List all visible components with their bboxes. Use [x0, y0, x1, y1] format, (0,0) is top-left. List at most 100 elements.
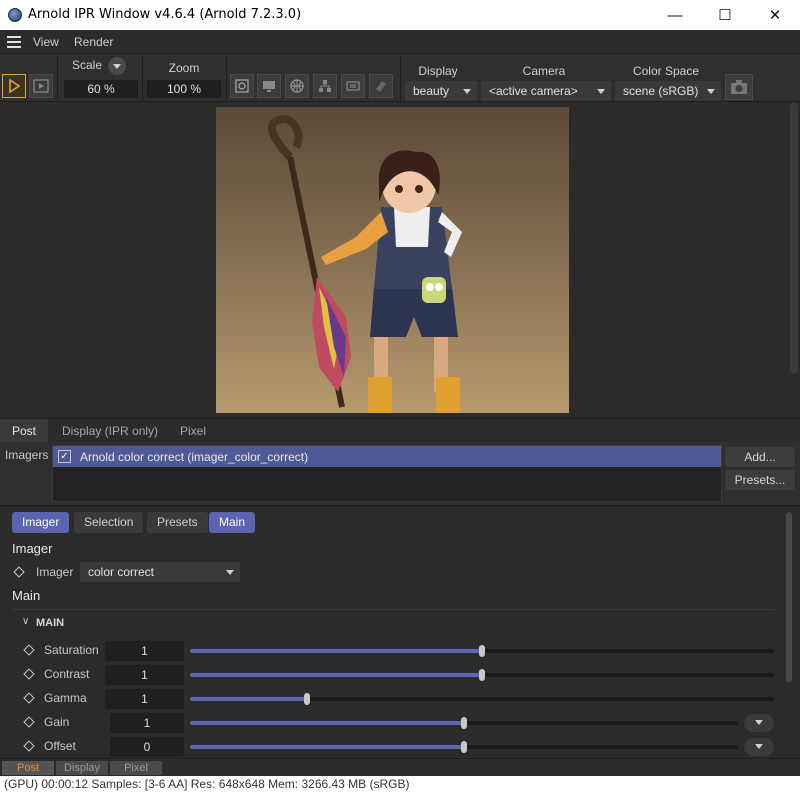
param-slider[interactable]	[190, 645, 774, 657]
play-icon	[9, 79, 21, 93]
camera-dropdown[interactable]: <active camera>	[481, 81, 611, 101]
subtab-selection[interactable]: Selection	[74, 512, 144, 533]
param-label: Gamma	[44, 691, 87, 705]
display-value: beauty	[413, 84, 450, 98]
param-value-field[interactable]: 1	[105, 641, 184, 661]
main-section-title: Main	[12, 588, 41, 603]
chevron-down-icon	[597, 89, 605, 94]
keyframe-diamond-icon[interactable]	[13, 566, 25, 578]
camera-value: <active camera>	[489, 84, 578, 98]
add-imager-button[interactable]: Add...	[725, 447, 795, 467]
param-options-button[interactable]	[744, 738, 774, 756]
bottom-tab-bar: Post Display Pixel	[0, 758, 800, 776]
param-label: Gain	[44, 715, 70, 729]
keyframe-diamond-icon[interactable]	[23, 668, 35, 680]
zoom-label: Zoom	[168, 61, 200, 75]
subtab-main[interactable]: Main	[209, 512, 256, 533]
region-icon	[346, 81, 360, 91]
param-slider[interactable]	[190, 741, 738, 753]
colorspace-label: Color Space	[632, 64, 700, 78]
keyframe-diamond-icon[interactable]	[23, 644, 35, 656]
imager-type-label: Imager	[36, 565, 74, 579]
scale-field[interactable]: 60 %	[64, 80, 138, 98]
subtab-imager[interactable]: Imager	[12, 512, 70, 533]
param-value-field[interactable]: 0	[110, 737, 184, 757]
imager-item-label: Arnold color correct (imager_color_corre…	[80, 450, 309, 464]
film-play-icon	[33, 79, 49, 93]
eraser-button[interactable]	[369, 74, 393, 98]
param-value-field[interactable]: 1	[110, 713, 184, 733]
display-window-button[interactable]	[257, 74, 281, 98]
character-render-illustration	[268, 115, 462, 413]
monitor-icon	[263, 81, 275, 92]
camera-label: Camera	[522, 64, 566, 78]
snapshot-icon	[235, 79, 249, 93]
keyframe-diamond-icon[interactable]	[23, 716, 35, 728]
imager-presets-button[interactable]: Presets...	[725, 470, 795, 490]
tab-post[interactable]: Post	[0, 419, 49, 443]
menu-bar: View Render	[0, 30, 800, 54]
slider-handle[interactable]	[461, 741, 467, 753]
param-options-button[interactable]	[744, 714, 774, 732]
display-label: Display	[418, 64, 458, 78]
colorspace-value: scene (sRGB)	[623, 84, 699, 98]
imager-type-dropdown[interactable]: color correct	[80, 562, 240, 582]
maximize-button[interactable]: ☐	[700, 0, 750, 30]
slider-handle[interactable]	[461, 717, 467, 729]
snapshot-button[interactable]	[230, 74, 254, 98]
slider-handle[interactable]	[479, 669, 485, 681]
globe-button[interactable]	[285, 74, 309, 98]
minimize-button[interactable]: —	[650, 0, 700, 30]
param-value-field[interactable]: 1	[105, 665, 184, 685]
imager-list-item[interactable]: ✓ Arnold color correct (imager_color_cor…	[53, 446, 721, 467]
play-render-button[interactable]	[2, 74, 26, 98]
keyframe-diamond-icon[interactable]	[23, 740, 35, 752]
toolbar: Scale 60 % Zoom 100 % Display beauty Cam…	[0, 54, 800, 102]
title-bar: Arnold IPR Window v4.6.4 (Arnold 7.2.3.0…	[0, 0, 800, 30]
subtab-presets[interactable]: Presets	[147, 512, 208, 533]
hierarchy-button[interactable]	[313, 74, 337, 98]
slider-handle[interactable]	[303, 693, 310, 705]
region-button[interactable]	[341, 74, 365, 98]
status-bar: (GPU) 00:00:12 Samples: [3-6 AA] Res: 64…	[0, 776, 800, 793]
keyframe-diamond-icon[interactable]	[23, 692, 35, 704]
menu-view[interactable]: View	[33, 35, 59, 49]
render-region-button[interactable]	[29, 74, 53, 98]
imager-enabled-checkbox[interactable]: ✓	[58, 450, 71, 463]
close-button[interactable]: ✕	[750, 0, 800, 30]
parameters-scrollbar[interactable]	[782, 507, 800, 757]
param-slider[interactable]	[190, 717, 738, 729]
main-group-title: MAIN	[36, 617, 65, 629]
save-image-button[interactable]	[725, 74, 753, 100]
window-title: Arnold IPR Window v4.6.4 (Arnold 7.2.3.0…	[28, 7, 302, 22]
bottom-tab-display[interactable]: Display	[56, 761, 108, 775]
param-label: Saturation	[44, 643, 99, 657]
tab-pixel[interactable]: Pixel	[168, 419, 218, 443]
globe-icon	[290, 79, 304, 93]
scale-dropdown-icon[interactable]	[108, 57, 126, 75]
chevron-down-icon	[226, 570, 234, 575]
param-slider[interactable]	[190, 669, 774, 681]
imagers-label: Imagers	[5, 448, 49, 462]
bottom-tab-pixel[interactable]: Pixel	[110, 761, 162, 775]
hamburger-menu-icon[interactable]	[7, 36, 21, 48]
param-slider[interactable]	[190, 693, 774, 705]
viewport-scrollbar[interactable]	[790, 103, 798, 373]
chevron-down-icon	[755, 720, 763, 725]
tab-display-ipr[interactable]: Display (IPR only)	[50, 419, 170, 443]
param-value-field[interactable]: 1	[105, 689, 184, 709]
chevron-down-icon	[463, 89, 471, 94]
menu-render[interactable]: Render	[74, 35, 113, 49]
slider-handle[interactable]	[479, 645, 485, 657]
zoom-field[interactable]: 100 %	[147, 80, 221, 98]
colorspace-dropdown[interactable]: scene (sRGB)	[615, 81, 721, 101]
param-label: Offset	[44, 739, 76, 753]
chevron-down-icon[interactable]: ∨	[22, 616, 29, 627]
bottom-tab-post[interactable]: Post	[2, 761, 54, 775]
display-dropdown[interactable]: beauty	[405, 81, 477, 101]
eraser-icon	[376, 81, 386, 92]
arnold-app-icon	[8, 8, 22, 22]
imager-section-title: Imager	[12, 541, 53, 556]
chevron-down-icon	[755, 744, 763, 749]
chevron-down-icon	[707, 89, 715, 94]
